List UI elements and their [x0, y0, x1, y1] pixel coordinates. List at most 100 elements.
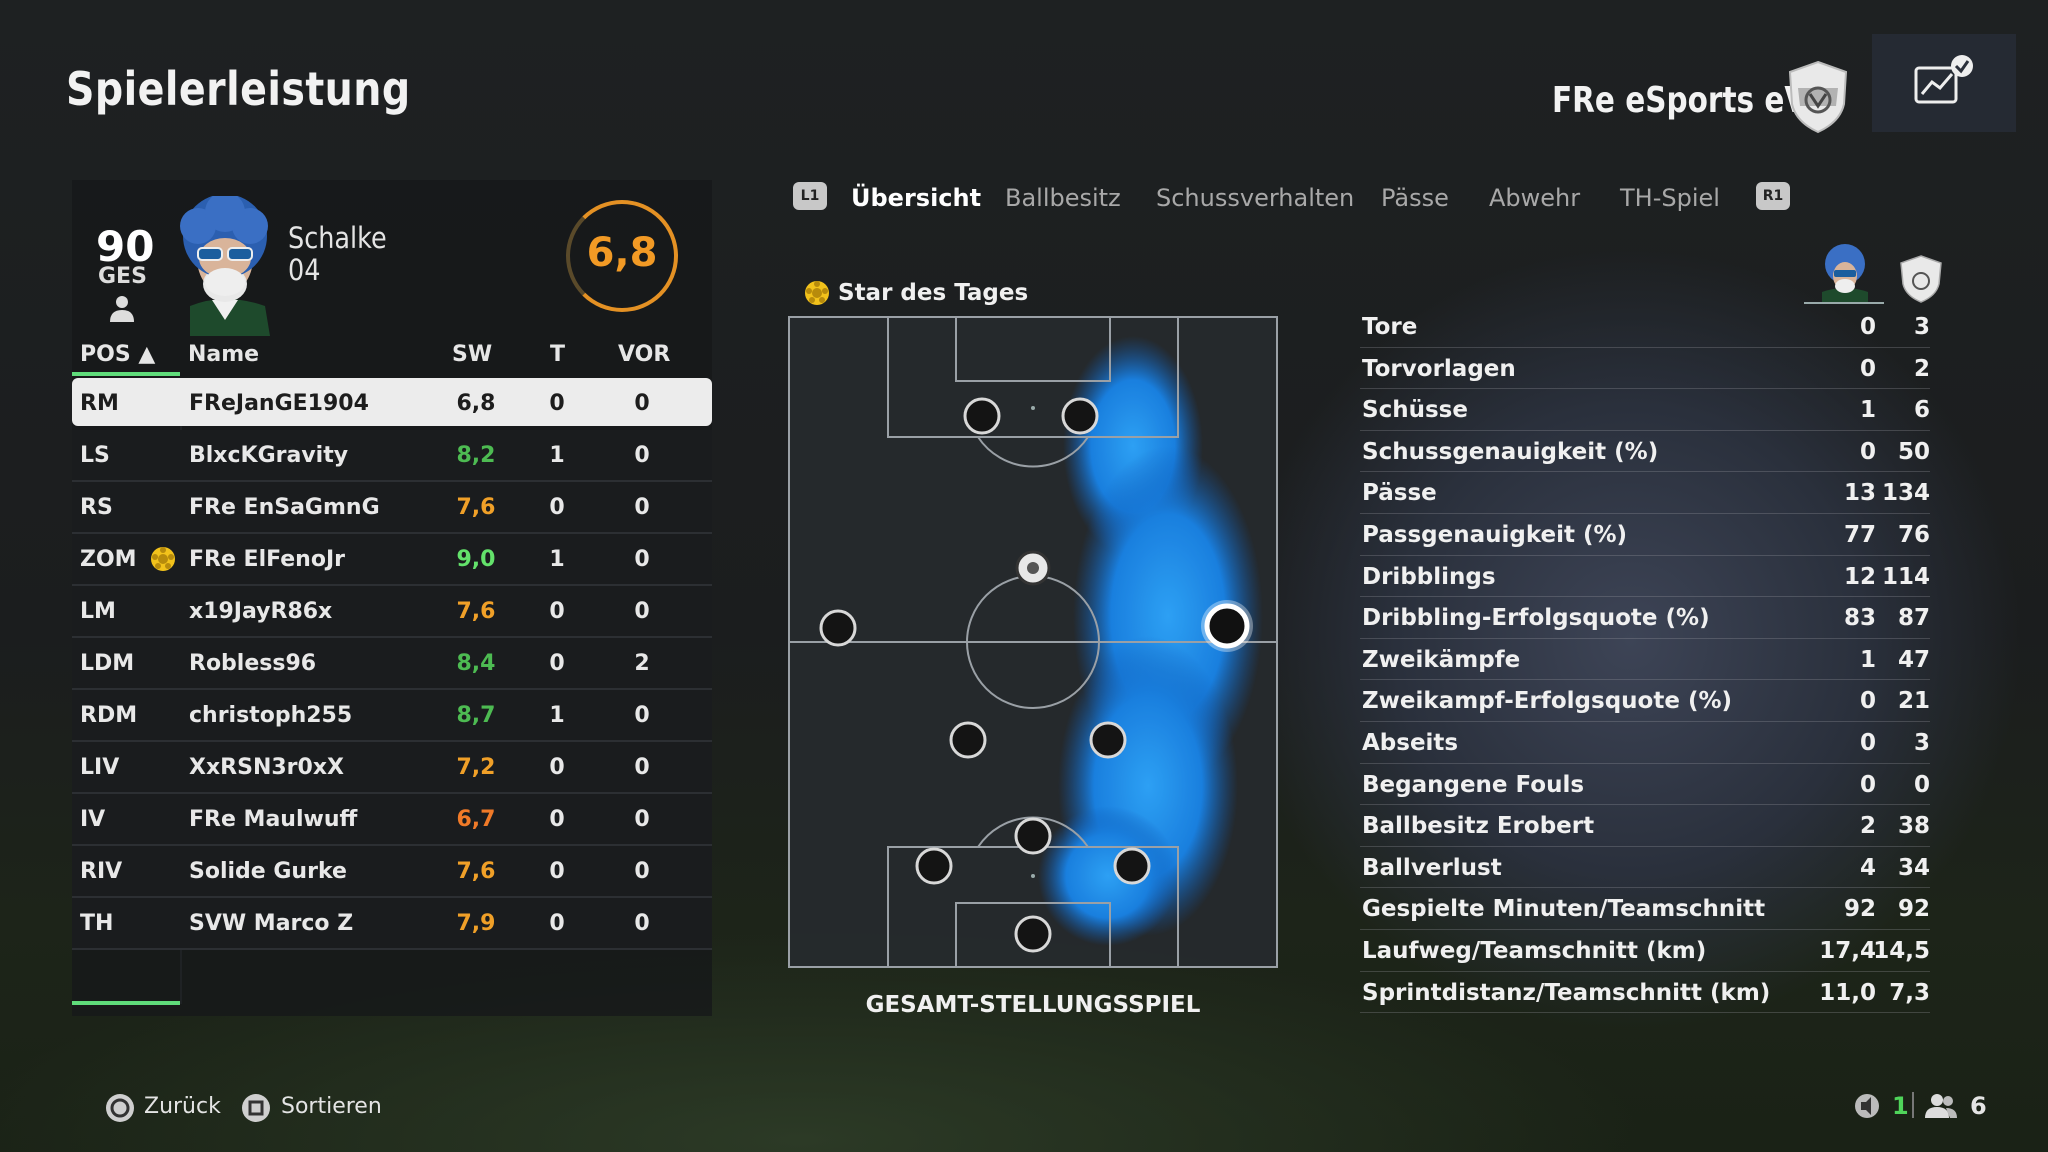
tab-abwehr[interactable]: Abwehr — [1489, 184, 1580, 212]
tab-uebersicht[interactable]: Übersicht — [851, 184, 981, 212]
tab-schussverhalten[interactable]: Schussverhalten — [1156, 184, 1354, 212]
back-button-icon[interactable] — [104, 1092, 136, 1128]
stat-row: Schüsse 1 6 — [1360, 389, 1930, 431]
back-label[interactable]: Zurück — [144, 1094, 221, 1119]
stat-row: Schussgenauigkeit (%) 0 50 — [1360, 431, 1930, 473]
stat-player-value: 77 — [1843, 521, 1876, 548]
row-goals: 0 — [549, 911, 565, 936]
stat-player-value: 2 — [1859, 813, 1876, 840]
row-player-name: FRe EnSaGmnG — [189, 495, 380, 520]
position-heatmap — [788, 316, 1278, 972]
row-assists: 0 — [634, 755, 650, 780]
row-goals: 1 — [549, 703, 565, 728]
row-assists: 0 — [634, 703, 650, 728]
row-rating: 7,2 — [456, 755, 496, 780]
row-position: RM — [80, 391, 119, 416]
stat-label: Torvorlagen — [1362, 355, 1516, 382]
stat-row: Zweikampf-Erfolgsquote (%) 0 21 — [1360, 680, 1930, 722]
row-assists: 0 — [634, 547, 650, 572]
table-row[interactable]: LIV XxRSN3r0xX 7,2 0 0 — [72, 742, 712, 794]
sort-button-icon[interactable] — [240, 1092, 272, 1128]
stat-row: Pässe 13 134 — [1360, 472, 1930, 514]
row-goals: 0 — [549, 807, 565, 832]
table-row[interactable]: RDM christoph255 8,7 1 0 — [72, 690, 712, 742]
table-row[interactable]: LM x19JayR86x 7,6 0 0 — [72, 586, 712, 638]
stat-row: Laufweg/Teamschnitt (km) 17,4 14,5 — [1360, 930, 1930, 972]
column-header-t[interactable]: T — [550, 342, 565, 367]
l1-button-icon[interactable]: L1 — [793, 182, 827, 210]
table-row[interactable]: IV FRe Maulwuff 6,7 0 0 — [72, 794, 712, 846]
stat-row: Abseits 0 3 — [1360, 722, 1930, 764]
row-player-name: Solide Gurke — [189, 859, 347, 884]
stat-player-value: 0 — [1859, 771, 1876, 798]
stat-team-value: 47 — [1897, 646, 1930, 673]
stat-team-value: 76 — [1897, 521, 1930, 548]
speaker-count: 1 — [1892, 1092, 1909, 1120]
player-table: RM FReJanGE1904 6,8 0 0 LS BlxcKGravity 8,2 1 0 RS… — [72, 376, 712, 950]
star-of-the-day-icon — [804, 280, 830, 310]
column-header-name[interactable]: Name — [188, 342, 259, 367]
row-goals: 0 — [549, 651, 565, 676]
stat-label: Ballverlust — [1362, 854, 1502, 881]
stat-row: Dribblings 12 114 — [1360, 556, 1930, 598]
row-assists: 0 — [634, 807, 650, 832]
stat-label: Abseits — [1362, 729, 1459, 756]
row-rating: 6,7 — [456, 807, 496, 832]
star-of-the-day-label: Star des Tages — [838, 280, 1029, 306]
row-player-name: XxRSN3r0xX — [189, 755, 344, 780]
sort-label[interactable]: Sortieren — [281, 1094, 382, 1119]
stat-label: Pässe — [1362, 480, 1437, 507]
tab-th-spiel[interactable]: TH-Spiel — [1620, 184, 1720, 212]
match-rating: 6,8 — [586, 230, 658, 276]
table-row[interactable]: RS FRe EnSaGmnG 7,6 0 0 — [72, 482, 712, 534]
row-player-name: BlxcKGravity — [189, 443, 349, 468]
table-row[interactable]: LDM Robless96 8,4 0 2 — [72, 638, 712, 690]
player-avatar — [150, 192, 300, 336]
footer-divider — [1912, 1092, 1914, 1118]
stat-player-value: 17,4 — [1819, 937, 1876, 964]
column-header-sw[interactable]: SW — [452, 342, 492, 367]
row-player-name: FReJanGE1904 — [189, 391, 369, 416]
table-row[interactable]: RIV Solide Gurke 7,6 0 0 — [72, 846, 712, 898]
r1-button-icon[interactable]: R1 — [1756, 182, 1790, 210]
stats-table: Tore 0 3 Torvorlagen 0 2 Schüsse 1 6 Schussgenaui… — [1360, 306, 1930, 1014]
table-row[interactable]: RM FReJanGE1904 6,8 0 0 — [72, 378, 712, 426]
stat-player-value: 1 — [1859, 397, 1876, 424]
row-position: LS — [80, 443, 110, 468]
stat-player-value: 0 — [1859, 355, 1876, 382]
stat-player-value: 0 — [1859, 438, 1876, 465]
performance-button[interactable] — [1872, 34, 2016, 132]
stat-label: Schüsse — [1362, 397, 1468, 424]
stat-label: Zweikampf-Erfolgsquote (%) — [1362, 688, 1733, 715]
tab-paesse[interactable]: Pässe — [1381, 184, 1449, 212]
table-row[interactable]: TH SVW Marco Z 7,9 0 0 — [72, 898, 712, 950]
player-club-line2: 04 — [288, 253, 321, 287]
row-rating: 8,2 — [456, 443, 496, 468]
row-player-name: x19JayR86x — [189, 599, 333, 624]
club-crest-icon — [1786, 60, 1850, 134]
stat-player-value: 0 — [1859, 688, 1876, 715]
column-header-pos[interactable]: POS ▲ — [80, 342, 155, 367]
stat-team-value: 0 — [1913, 771, 1930, 798]
column-header-vor[interactable]: VOR — [618, 342, 670, 367]
players-count: 6 — [1970, 1092, 1987, 1120]
row-goals: 0 — [549, 859, 565, 884]
table-row[interactable]: ZOM FRe ElFenoJr 9,0 1 0 — [72, 534, 712, 586]
page-title: Spielerleistung — [66, 62, 411, 116]
stat-player-value: 11,0 — [1819, 979, 1876, 1006]
heatmap-label: GESAMT-STELLUNGSSPIEL — [865, 992, 1201, 1018]
stat-row: Passgenauigkeit (%) 77 76 — [1360, 514, 1930, 556]
player-column-indicator — [1804, 302, 1884, 304]
stat-row: Begangene Fouls 0 0 — [1360, 764, 1930, 806]
person-icon — [108, 294, 136, 326]
row-goals: 1 — [549, 547, 565, 572]
stat-label: Gespielte Minuten/Teamschnitt — [1362, 896, 1766, 923]
row-rating: 6,8 — [456, 391, 496, 416]
row-position: LDM — [80, 651, 135, 676]
table-row[interactable]: LS BlxcKGravity 8,2 1 0 — [72, 430, 712, 482]
tab-ballbesitz[interactable]: Ballbesitz — [1005, 184, 1121, 212]
stat-row: Ballbesitz Erobert 2 38 — [1360, 805, 1930, 847]
stat-player-value: 4 — [1859, 854, 1876, 881]
club-name: FRe eSports eV — [1552, 80, 1808, 121]
stat-label: Dribbling-Erfolgsquote (%) — [1362, 605, 1710, 632]
